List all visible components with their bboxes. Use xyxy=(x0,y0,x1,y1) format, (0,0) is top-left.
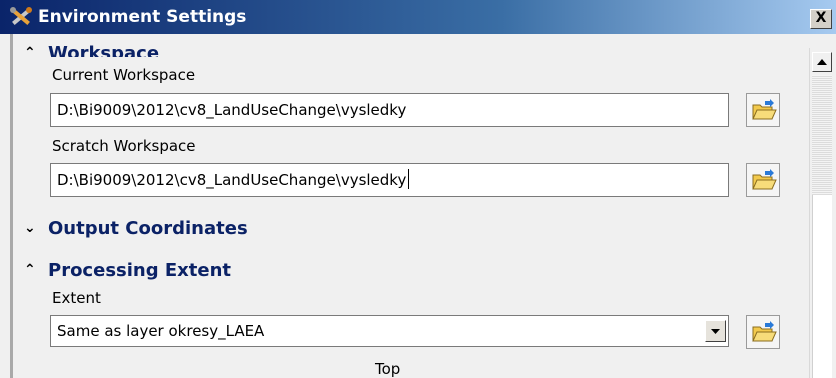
folder-open-icon xyxy=(752,321,777,342)
text-caret xyxy=(408,169,410,189)
scratch-workspace-label: Scratch Workspace xyxy=(52,137,196,155)
section-header-processing-extent[interactable]: ⌃ Processing Extent xyxy=(24,260,231,281)
section-title-workspace: Workspace xyxy=(48,43,160,57)
browse-scratch-workspace-button[interactable] xyxy=(746,163,780,197)
section-title-output-coordinates: Output Coordinates xyxy=(48,218,248,239)
extent-select[interactable]: Same as layer okresy_LAEA xyxy=(50,315,729,347)
collapse-chevron-icon: ⌃ xyxy=(24,45,36,57)
current-workspace-label: Current Workspace xyxy=(52,66,196,84)
scratch-workspace-input[interactable]: D:\Bi9009\2012\cv8_LandUseChange\vysledk… xyxy=(50,163,729,197)
tools-icon xyxy=(8,6,34,28)
window-title: Environment Settings xyxy=(38,7,247,27)
extent-selected-value: Same as layer okresy_LAEA xyxy=(57,322,265,340)
extent-label: Extent xyxy=(52,289,101,307)
current-workspace-input[interactable]: D:\Bi9009\2012\cv8_LandUseChange\vysledk… xyxy=(50,93,729,127)
collapse-chevron-icon: ⌃ xyxy=(24,262,36,278)
expand-chevron-icon: ⌄ xyxy=(24,220,36,236)
section-header-workspace[interactable]: ⌃ Workspace xyxy=(24,39,159,57)
environment-settings-window: Environment Settings X ⌃ Workspace Curren… xyxy=(0,0,836,378)
browse-extent-button[interactable] xyxy=(746,315,780,349)
scratch-workspace-value: D:\Bi9009\2012\cv8_LandUseChange\vysledk… xyxy=(57,171,407,189)
section-header-output-coordinates[interactable]: ⌄ Output Coordinates xyxy=(24,218,248,239)
close-button[interactable]: X xyxy=(810,9,832,29)
current-workspace-value: D:\Bi9009\2012\cv8_LandUseChange\vysledk… xyxy=(57,101,407,119)
extent-dropdown-button[interactable] xyxy=(705,320,726,342)
folder-open-icon xyxy=(752,169,777,190)
folder-open-icon xyxy=(752,99,777,120)
section-title-processing-extent: Processing Extent xyxy=(48,260,232,281)
close-icon: X xyxy=(815,10,827,26)
chevron-down-icon xyxy=(711,329,720,334)
extent-top-label: Top xyxy=(375,360,401,378)
scroll-up-arrow-icon xyxy=(817,59,827,65)
scrollbar-thumb[interactable] xyxy=(812,75,832,195)
scroll-up-button[interactable] xyxy=(812,52,832,72)
scrollbar-track[interactable] xyxy=(812,195,832,378)
panel-left-border xyxy=(10,34,13,378)
title-bar: Environment Settings X xyxy=(0,0,836,34)
browse-current-workspace-button[interactable] xyxy=(746,93,780,127)
